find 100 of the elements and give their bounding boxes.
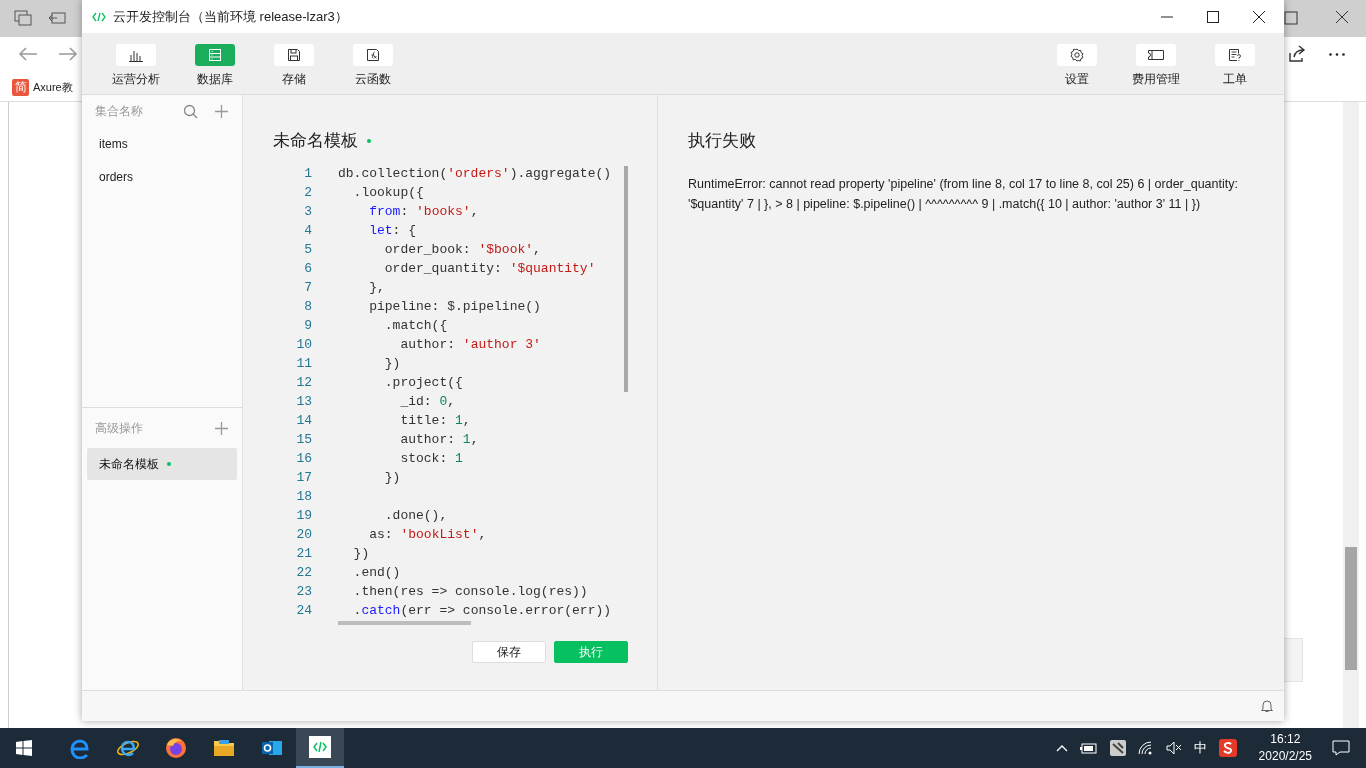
notification-icon[interactable] <box>1332 740 1350 756</box>
toolbar-button[interactable]: 云函数 <box>335 33 410 94</box>
line-number: 22 <box>295 565 312 580</box>
add-icon[interactable] <box>215 104 228 118</box>
code-icon <box>92 11 106 22</box>
toolbar-button[interactable]: 数据库 <box>177 33 252 94</box>
battery-icon[interactable] <box>1079 742 1098 754</box>
code-line: order_book: '$book', <box>383 242 541 257</box>
collection-item[interactable]: orders <box>82 160 242 193</box>
back-tab-icon[interactable] <box>48 10 66 26</box>
bell-icon[interactable] <box>1261 699 1273 713</box>
browser-e-icon[interactable] <box>69 737 91 759</box>
code-line: }) <box>383 356 401 371</box>
share-icon[interactable] <box>1288 45 1306 63</box>
line-number: 17 <box>295 470 312 485</box>
code-line: }) <box>383 470 401 485</box>
code-line: as: 'bookList', <box>368 527 487 542</box>
line-number: 5 <box>303 242 312 257</box>
code-line: .lookup({ <box>352 185 424 200</box>
code-line: .match({ <box>383 318 448 333</box>
line-number: 24 <box>295 603 312 618</box>
code-line: }) <box>352 546 370 561</box>
line-number: 6 <box>303 261 312 276</box>
folder-icon[interactable] <box>213 738 235 758</box>
code-line: .project({ <box>383 375 463 390</box>
line-number: 18 <box>295 489 312 504</box>
line-number: 14 <box>295 413 312 428</box>
scrollbar[interactable] <box>1343 102 1359 728</box>
wifi-icon[interactable] <box>1137 741 1154 755</box>
line-number: 3 <box>303 204 312 219</box>
collection-item[interactable]: items <box>82 127 242 160</box>
line-number: 16 <box>295 451 312 466</box>
code-line: title: 1, <box>399 413 471 428</box>
window-title: 云开发控制台（当前环境 release-lzar3） <box>113 7 348 26</box>
windows-start-icon[interactable] <box>16 740 32 756</box>
toolbar-button[interactable]: 运营分析 <box>98 33 173 94</box>
function-icon <box>365 48 380 62</box>
fox-globe-icon[interactable] <box>165 737 187 759</box>
error-message: RuntimeError: cannot read property 'pipeline' (from line 8, col 17 to line 8, col 25) 6 | order_quantity: '$quantity' 7 | }, > 8 | pipeline: $.pipeline() | ^^^^^^^^^ 9 | .match({ 10 | author: 'author 3' 11 | }) <box>688 176 1239 213</box>
result-title: 执行失败 <box>688 130 757 152</box>
muted-speaker-icon[interactable] <box>1165 741 1182 755</box>
code-line: }, <box>368 280 385 295</box>
search-icon[interactable] <box>183 103 198 119</box>
clock-date: 2020/2/25 <box>1258 748 1312 765</box>
section-header: 集合名称 <box>95 102 143 120</box>
code-line: from: 'books', <box>368 204 479 219</box>
code-line: _id: 0, <box>399 394 456 409</box>
code-line: .catch(err => console.error(err)) <box>352 603 612 618</box>
line-number: 1 <box>303 166 312 181</box>
code-line: author: 1, <box>399 432 479 447</box>
ime-s-icon[interactable] <box>1218 739 1237 757</box>
input-method[interactable]: 中 <box>1193 739 1207 757</box>
add-icon[interactable] <box>215 421 228 435</box>
settings-icon <box>1069 48 1084 62</box>
clock-time: 16:12 <box>1270 731 1301 748</box>
clock[interactable]: 16:12 2020/2/25 <box>1258 731 1312 765</box>
toolbar-button[interactable]: 存储 <box>256 33 331 94</box>
bookmark-link[interactable]: Axure教 <box>33 79 73 95</box>
line-number: 4 <box>303 223 312 238</box>
scrollbar[interactable] <box>338 621 471 625</box>
line-number: 19 <box>295 508 312 523</box>
line-number: 12 <box>295 375 312 390</box>
back-icon[interactable] <box>18 46 38 62</box>
toolbar-button[interactable]: 费用管理 <box>1118 33 1193 94</box>
template-item[interactable]: 未命名模板 <box>87 448 237 480</box>
code-line: .end() <box>352 565 401 580</box>
restore-icon[interactable] <box>1284 11 1298 25</box>
template-title: 未命名模板 <box>273 130 358 152</box>
ticket-icon <box>1146 48 1165 62</box>
line-number: 13 <box>295 394 312 409</box>
code-line: .done(), <box>383 508 448 523</box>
chevron-up-icon[interactable] <box>1055 744 1068 752</box>
app-tray-icon[interactable] <box>1109 740 1126 756</box>
line-number: 23 <box>295 584 312 599</box>
more-icon[interactable] <box>1329 53 1345 56</box>
forward-icon[interactable] <box>58 46 78 62</box>
line-number: 7 <box>303 280 312 295</box>
code-line: .then(res => console.log(res)) <box>352 584 588 599</box>
save-icon <box>286 48 301 62</box>
bookmark-icon: 简 <box>12 78 29 96</box>
mail-app-icon[interactable] <box>261 738 283 758</box>
section-header: 高级操作 <box>95 419 143 437</box>
maximize-icon[interactable] <box>1207 10 1219 23</box>
code-line: stock: 1 <box>399 451 463 466</box>
line-number: 9 <box>303 318 312 333</box>
code-line: author: 'author 3' <box>399 337 541 352</box>
toolbar-button[interactable]: 工单 <box>1197 33 1272 94</box>
code-line: db.collection('orders').aggregate() <box>338 166 612 181</box>
line-number: 8 <box>303 299 312 314</box>
line-number: 11 <box>295 356 312 371</box>
close-icon[interactable] <box>1335 10 1349 24</box>
save-button[interactable]: 保存 <box>472 641 546 663</box>
line-number: 2 <box>303 185 312 200</box>
line-number: 15 <box>295 432 312 447</box>
close-icon[interactable] <box>1253 10 1265 23</box>
line-number: 10 <box>295 337 312 352</box>
toolbar-button[interactable]: 设置 <box>1039 33 1114 94</box>
tabs-icon[interactable] <box>14 10 32 26</box>
code-line: let: { <box>368 223 416 238</box>
scrollbar[interactable] <box>624 166 628 392</box>
